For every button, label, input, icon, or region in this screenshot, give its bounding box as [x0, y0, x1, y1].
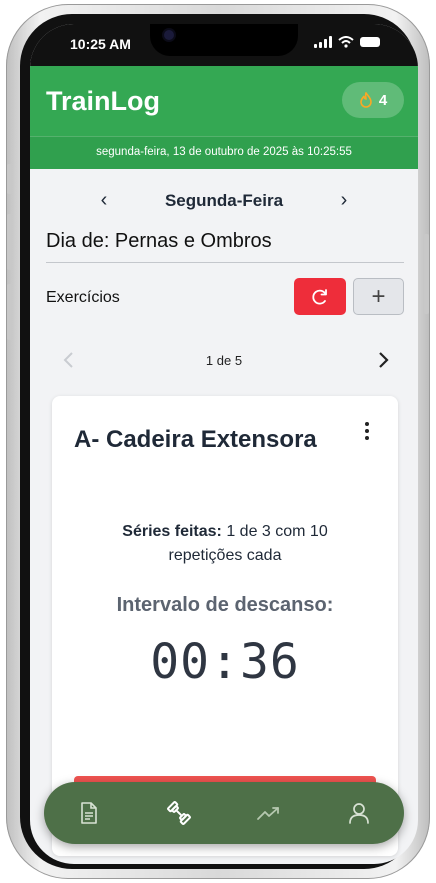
signal-icon: [314, 36, 332, 48]
rest-timer: 00:36: [150, 634, 300, 690]
mute-switch: [7, 164, 12, 194]
dumbbell-icon: [167, 801, 191, 825]
bottom-nav: [44, 782, 404, 844]
phone-screen: 10:25 AM TrainLog 4 segunda-feira, 13 de…: [30, 24, 418, 864]
app-title: TrainLog: [46, 86, 160, 116]
exercise-name: A- Cadeira Extensora: [74, 426, 317, 453]
streak-badge[interactable]: 4: [342, 82, 404, 118]
streak-count: 4: [378, 91, 388, 109]
rest-interval-label: Intervalo de descanso:: [116, 594, 334, 616]
day-selector: ‹ Segunda-Feira ›: [30, 186, 418, 216]
next-exercise-button[interactable]: [370, 346, 398, 374]
flame-icon: [360, 92, 372, 108]
next-day-button[interactable]: ›: [332, 188, 356, 212]
day-name: Segunda-Feira: [164, 191, 284, 210]
battery-icon: [360, 37, 380, 47]
exercise-pager: 1 de 5: [30, 346, 418, 374]
refresh-icon: [312, 288, 327, 304]
workout-title: Dia de: Pernas e Ombros: [46, 230, 272, 252]
pager-indicator: 1 de 5: [205, 353, 243, 368]
series-info: Séries feitas: 1 de 3 com 10 repetições …: [92, 520, 358, 568]
more-options-icon[interactable]: [362, 422, 372, 442]
nav-document[interactable]: [67, 791, 111, 835]
status-bar: 10:25 AM: [30, 24, 418, 66]
volume-down-button: [7, 284, 12, 340]
notch: [150, 24, 298, 56]
status-time: 10:25 AM: [70, 36, 131, 52]
chevron-right-icon: [379, 352, 389, 368]
nav-workout[interactable]: [157, 791, 201, 835]
nav-profile[interactable]: [337, 791, 381, 835]
exercises-label: Exercícios: [46, 289, 120, 306]
divider: [46, 262, 404, 263]
trend-up-icon: [257, 807, 279, 820]
add-exercise-button[interactable]: +: [353, 278, 404, 315]
nav-progress[interactable]: [247, 791, 291, 835]
reset-button[interactable]: [294, 278, 346, 315]
app-header: TrainLog 4: [30, 66, 418, 136]
status-icons: [314, 36, 380, 48]
power-button: [424, 234, 429, 314]
series-label: Séries feitas:: [122, 523, 222, 540]
camera-icon: [164, 30, 174, 40]
wifi-icon: [338, 36, 354, 48]
plus-icon: +: [371, 282, 386, 310]
datetime-banner: segunda-feira, 13 de outubro de 2025 às …: [30, 136, 418, 169]
volume-up-button: [7, 214, 12, 270]
document-icon: [81, 802, 97, 824]
user-icon: [349, 803, 369, 824]
